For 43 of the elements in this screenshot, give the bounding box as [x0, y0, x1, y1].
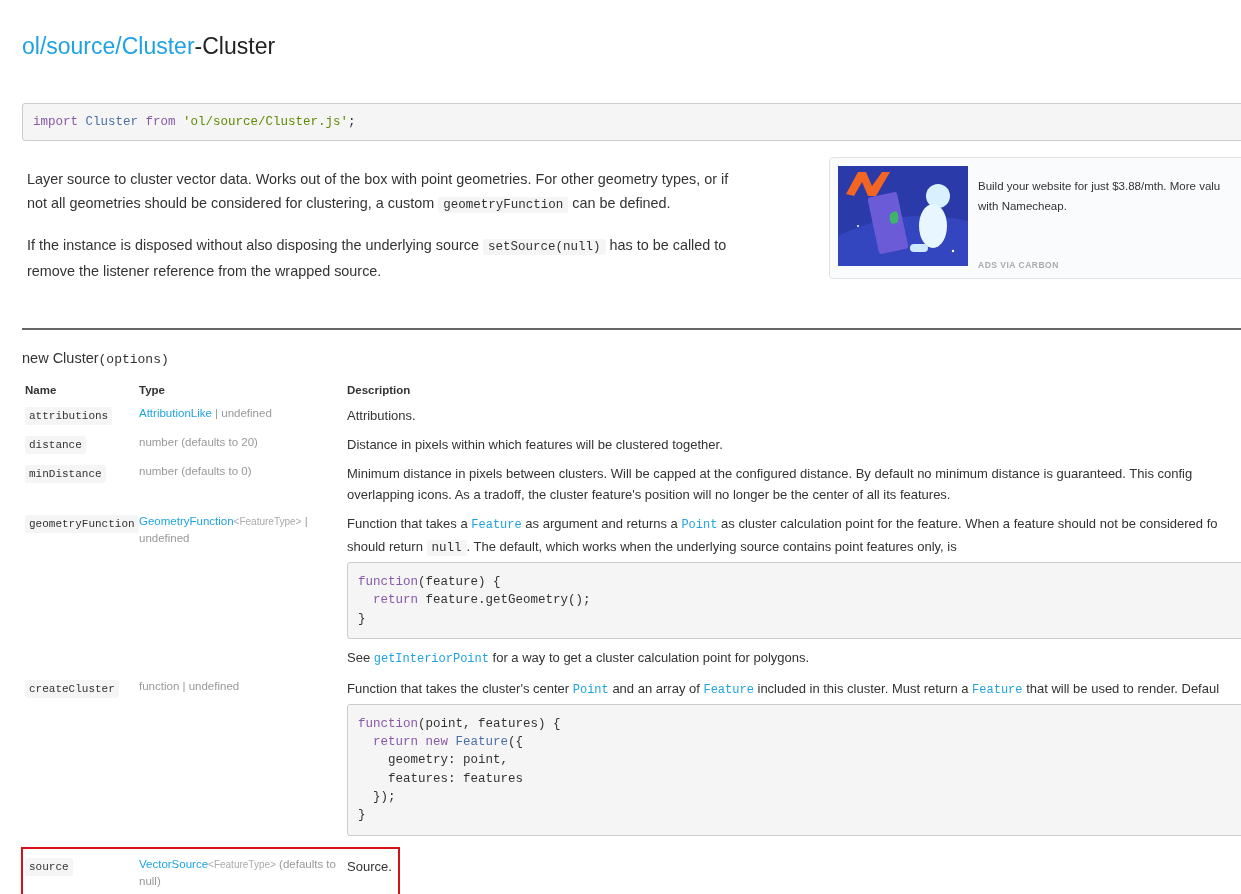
description-line: Function that takes the cluster's center Point and an array of Feature included in this cluster. Must return a Feature that will be used to render. Defaul	[347, 679, 1220, 699]
description-line: Source.	[347, 857, 392, 876]
ad-text-line[interactable]: with Namecheap.	[978, 196, 1067, 216]
column-header: Type	[139, 384, 165, 396]
code-link[interactable]: getInteriorPoint	[373, 651, 489, 666]
parameter-type: number (defaults to 0)	[139, 464, 253, 479]
description-line: should return null . The default, which works when the underlying source contains point features only, is	[347, 538, 957, 558]
description-line: Minimum distance in pixels between clusters. Will be capped at the configured distance. By default no minimum distance is guaranteed. This config	[347, 465, 1193, 483]
paragraph-line: If the instance is disposed without also disposing the underlying source setSource(null) has to be called to	[27, 236, 727, 257]
code-block: function(feature) { return feature.getGeometry(); }	[347, 562, 1241, 639]
parameter-type: number (defaults to 20)	[139, 435, 259, 450]
parameter-name: geometryFunction	[25, 515, 139, 533]
parameter-type: AttributionLike | undefined	[139, 406, 273, 421]
ad-text-line[interactable]: Build your website for just $3.88/mth. More valu	[978, 176, 1221, 196]
code-block: function(point, features) { return new Feature({ geometry: point, features: features }); }	[347, 703, 1241, 836]
page-title: -Cluster	[194, 33, 276, 59]
parameter-name: minDistance	[25, 465, 106, 483]
column-header: Name	[25, 384, 57, 396]
parameter-type: GeometryFunction<FeatureType> | undefined	[139, 514, 309, 546]
constructor-signature: new Cluster(options)	[22, 350, 169, 367]
description-line: See getInteriorPoint for a way to get a cluster calculation point for polygons.	[347, 648, 810, 668]
import-code: import Cluster from 'ol/source/Cluster.js';	[22, 103, 1241, 141]
paragraph-line: not all geometries should be considered for clustering, a custom geometryFunction can be defined.	[27, 194, 671, 215]
ad-label[interactable]: ADS VIA CARBON	[978, 260, 1059, 270]
column-header: Description	[347, 384, 411, 396]
code-link[interactable]: Feature	[471, 518, 522, 532]
parameter-type: function | undefined	[139, 678, 241, 694]
code-link[interactable]: Feature	[972, 682, 1023, 697]
parameter-name: createCluster	[25, 679, 119, 698]
description-line: overlapping icons. As a tradoff, the cluster feature's position will no longer be the center of all its features.	[347, 486, 951, 504]
parameter-name: distance	[25, 436, 86, 454]
parameter-type: VectorSource<FeatureType> (defaults to null)	[139, 856, 337, 889]
code-link[interactable]: Feature	[703, 682, 754, 697]
module-link[interactable]: ol/source/Cluster	[22, 33, 195, 59]
code-link[interactable]: Point	[681, 518, 718, 532]
description-line: Function that takes a Feature as argument and returns a Point as cluster calculation point for the feature. When a feature should not be considered fo	[347, 515, 1218, 534]
description-line: Distance in pixels within which features will be clustered together.	[347, 436, 723, 454]
parameter-name: source	[25, 857, 73, 876]
description-line: Attributions.	[347, 407, 416, 425]
code-link[interactable]: Point	[572, 682, 609, 697]
parameter-name: attributions	[25, 407, 113, 425]
paragraph-line: Layer source to cluster vector data. Works out of the box with point geometries. For other geometry types, or if	[27, 170, 729, 189]
paragraph-line: remove the listener reference from the wrapped source.	[27, 262, 382, 281]
